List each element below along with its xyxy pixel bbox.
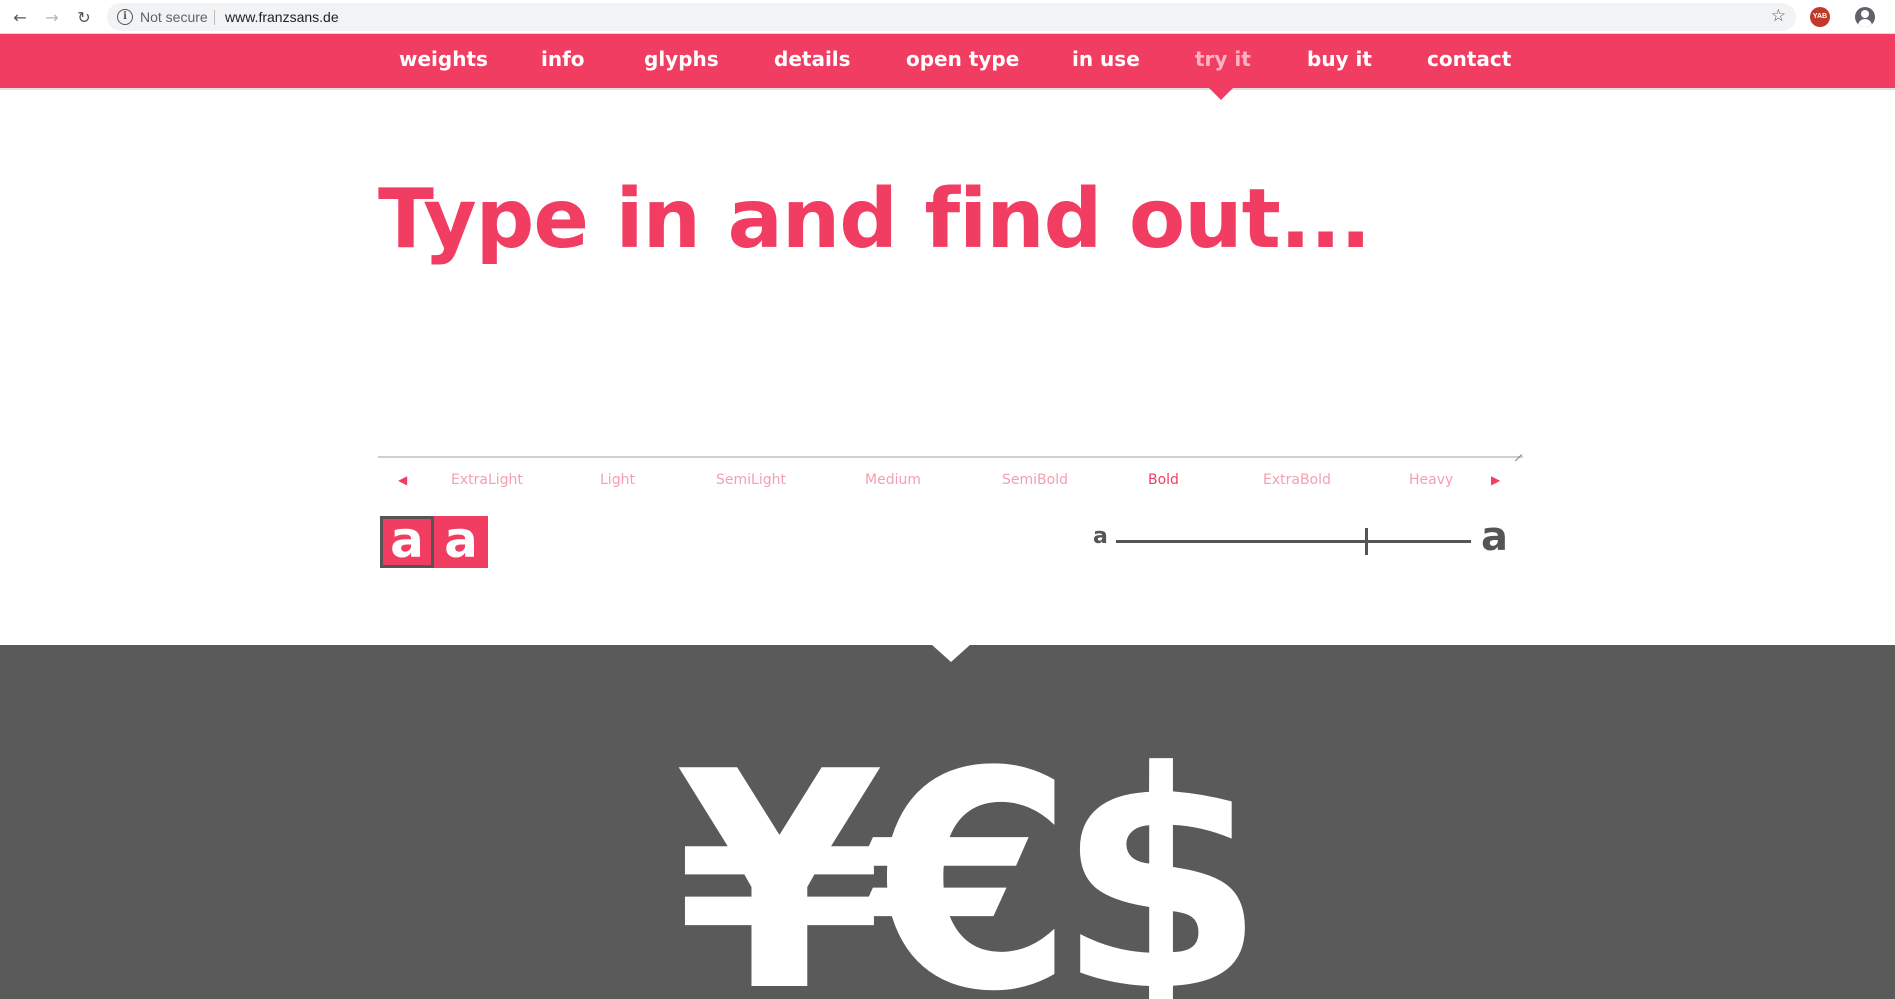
weight-prev-arrow-icon[interactable]: ◀ — [398, 473, 407, 487]
weight-semibold[interactable]: SemiBold — [1002, 472, 1068, 488]
resize-handle-icon[interactable] — [1513, 446, 1523, 456]
weight-semilight[interactable]: SemiLight — [716, 472, 786, 488]
nav-try-it[interactable]: try it — [1195, 47, 1251, 71]
nav-weights[interactable]: weights — [399, 47, 488, 71]
style-toggle-outline[interactable]: a — [380, 511, 434, 569]
weight-bold[interactable]: Bold — [1148, 472, 1179, 488]
style-toggle-filled[interactable]: a — [434, 511, 488, 569]
size-slider-handle[interactable] — [1365, 528, 1368, 555]
nav-buy-it[interactable]: buy it — [1307, 47, 1372, 71]
nav-in-use[interactable]: in use — [1072, 47, 1140, 71]
weight-medium[interactable]: Medium — [865, 472, 921, 488]
type-tester-input[interactable]: Type in and find out... — [378, 172, 1371, 267]
currency-glyphs: ¥€$ — [675, 708, 1265, 999]
nav-contact[interactable]: contact — [1427, 47, 1511, 71]
weight-light[interactable]: Light — [600, 472, 635, 488]
bookmark-star-icon[interactable]: ☆ — [1771, 6, 1786, 26]
site-navigation: weights info glyphs details open type in… — [0, 34, 1895, 88]
info-icon[interactable]: i — [117, 9, 133, 25]
nav-glyphs[interactable]: glyphs — [644, 47, 719, 71]
size-large-label: a — [1481, 514, 1508, 560]
reload-icon[interactable]: ↻ — [74, 7, 94, 27]
security-label: Not secure — [140, 9, 208, 25]
address-bar[interactable]: i Not secure www.franzsans.de ☆ — [107, 3, 1796, 31]
type-tester-baseline — [378, 456, 1523, 458]
size-small-label: a — [1093, 524, 1108, 549]
style-outline-glyph: a — [390, 511, 424, 569]
url-text[interactable]: www.franzsans.de — [225, 9, 339, 25]
active-nav-indicator — [1207, 86, 1235, 100]
currency-showcase: ¥€$ — [0, 645, 1895, 999]
profile-icon[interactable] — [1855, 7, 1875, 27]
extension-icon[interactable]: YAB — [1810, 7, 1830, 27]
style-filled-glyph: a — [444, 511, 478, 569]
browser-toolbar: ← → ↻ i Not secure www.franzsans.de ☆ YA… — [0, 0, 1895, 34]
weight-extralight[interactable]: ExtraLight — [451, 472, 523, 488]
section-notch — [931, 644, 971, 662]
weight-next-arrow-icon[interactable]: ▶ — [1491, 473, 1500, 487]
address-separator — [214, 10, 215, 25]
back-arrow-icon[interactable]: ← — [10, 7, 30, 27]
nav-info[interactable]: info — [541, 47, 585, 71]
weight-selector: ◀ ExtraLight Light SemiLight Medium Semi… — [378, 470, 1523, 492]
weight-heavy[interactable]: Heavy — [1409, 472, 1453, 488]
weight-extrabold[interactable]: ExtraBold — [1263, 472, 1331, 488]
nav-open-type[interactable]: open type — [906, 47, 1019, 71]
forward-arrow-icon[interactable]: → — [42, 7, 62, 27]
nav-details[interactable]: details — [774, 47, 851, 71]
size-slider[interactable] — [1116, 540, 1471, 543]
